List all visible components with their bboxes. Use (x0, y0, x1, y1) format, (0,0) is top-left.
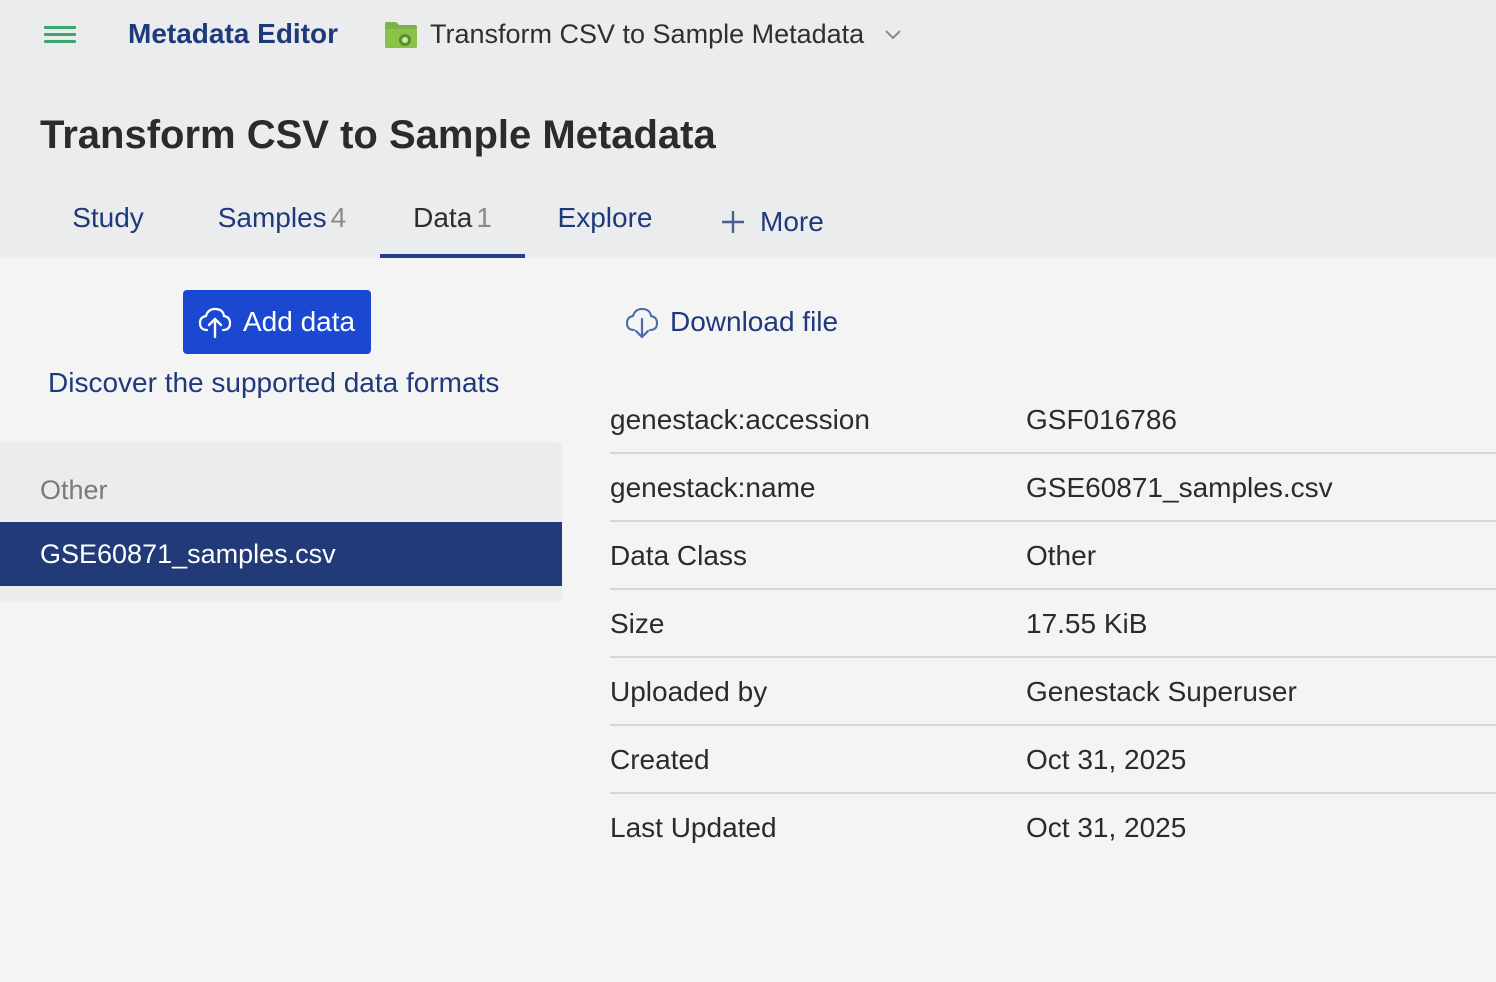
file-list-item-selected[interactable]: GSE60871_samples.csv (0, 522, 562, 586)
table-row: Data Class Other (610, 522, 1496, 590)
metadata-value: Oct 31, 2025 (1026, 812, 1187, 843)
top-bar: Metadata Editor Transform CSV to Sample … (0, 0, 1496, 70)
tab-more-label: More (760, 206, 824, 237)
metadata-value: Other (1026, 540, 1097, 571)
tab-samples-label: Samples (217, 202, 327, 233)
table-row: genestack:name GSE60871_samples.csv (610, 454, 1496, 522)
metadata-key: Size (610, 608, 665, 639)
metadata-key: Uploaded by (610, 676, 768, 707)
file-list-panel: Other GSE60871_samples.csv (0, 442, 562, 602)
download-file-button[interactable]: Download file (624, 302, 838, 342)
add-data-button-label: Add data (243, 306, 356, 337)
page-title: Transform CSV to Sample Metadata (40, 113, 716, 157)
cloud-upload-icon (198, 307, 232, 339)
header: Metadata Editor Transform CSV to Sample … (0, 0, 1496, 258)
download-file-label: Download file (670, 306, 839, 337)
study-switcher-name: Transform CSV to Sample Metadata (430, 19, 865, 49)
metadata-key: genestack:name (610, 472, 816, 503)
tab-study[interactable]: Study (40, 186, 176, 258)
metadata-value: 17.55 KiB (1026, 608, 1148, 639)
tab-data-count: 1 (476, 202, 492, 233)
metadata-key: Created (610, 744, 710, 775)
table-row: Created Oct 31, 2025 (610, 726, 1496, 794)
table-row: Size 17.55 KiB (610, 590, 1496, 658)
supported-formats-link[interactable]: Discover the supported data formats (48, 364, 499, 402)
tab-samples[interactable]: Samples 4 (216, 186, 348, 258)
tab-more[interactable]: More (720, 186, 824, 258)
table-row: Last Updated Oct 31, 2025 (610, 794, 1496, 862)
metadata-value: Genestack Superuser (1026, 676, 1297, 707)
metadata-value: Oct 31, 2025 (1026, 744, 1187, 775)
tab-study-label: Study (72, 202, 144, 233)
app-title[interactable]: Metadata Editor (128, 16, 338, 52)
metadata-value: GSF016786 (1026, 404, 1177, 435)
metadata-table: genestack:accession GSF016786 genestack:… (610, 386, 1496, 862)
table-row: Uploaded by Genestack Superuser (610, 658, 1496, 726)
study-folder-icon (385, 22, 417, 48)
tab-samples-count: 4 (330, 202, 347, 233)
chevron-down-icon[interactable] (882, 23, 904, 45)
tab-explore[interactable]: Explore (557, 186, 653, 258)
metadata-key: genestack:accession (610, 404, 870, 435)
add-data-button[interactable]: Add data (183, 290, 371, 354)
study-switcher[interactable]: Transform CSV to Sample Metadata (384, 16, 904, 52)
tab-data[interactable]: Data 1 (380, 186, 525, 258)
metadata-key: Last Updated (610, 812, 777, 843)
table-row: genestack:accession GSF016786 (610, 386, 1496, 454)
metadata-key: Data Class (610, 540, 747, 571)
hamburger-menu-icon[interactable] (44, 24, 76, 46)
metadata-value: GSE60871_samples.csv (1026, 472, 1333, 503)
file-group-label: Other (40, 475, 108, 505)
tab-explore-label: Explore (557, 202, 653, 233)
plus-icon (722, 211, 744, 233)
cloud-download-icon (625, 307, 659, 339)
tab-data-label: Data (413, 202, 473, 233)
